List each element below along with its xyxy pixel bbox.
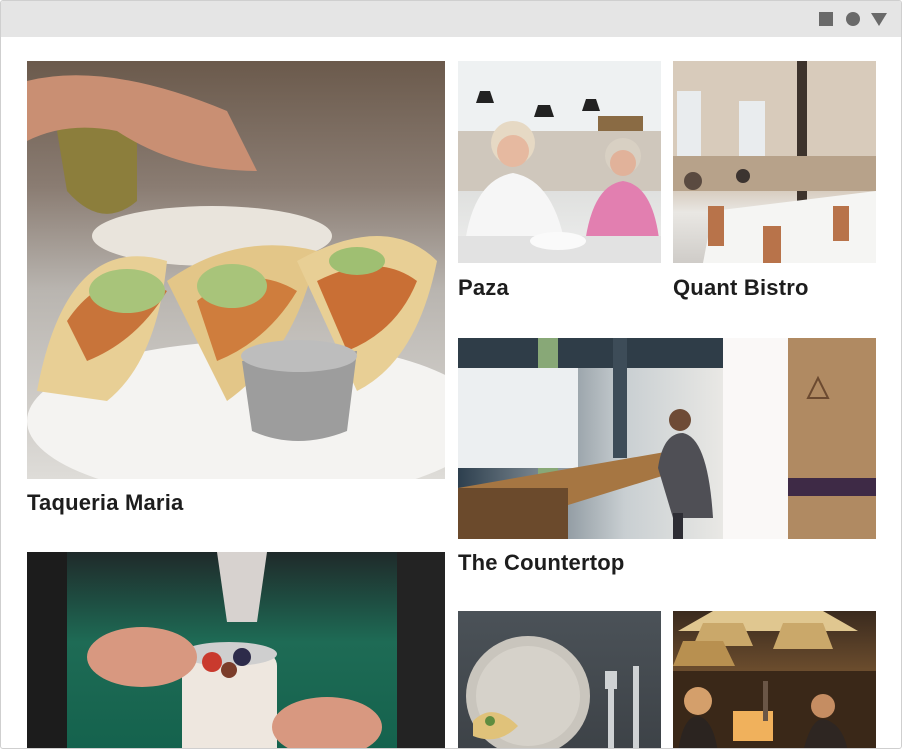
restaurant-name-quant-bistro[interactable]: Quant Bistro <box>673 275 809 301</box>
counter-diner-photo[interactable] <box>458 338 876 539</box>
restaurant-name-the-countertop[interactable]: The Countertop <box>458 550 625 576</box>
triangle-down-icon[interactable] <box>871 13 887 26</box>
restaurant-name-taqueria-maria[interactable]: Taqueria Maria <box>27 490 183 516</box>
circle-icon[interactable] <box>846 12 860 26</box>
bar-lamps-photo[interactable] <box>673 611 876 748</box>
restaurant-name-paza[interactable]: Paza <box>458 275 509 301</box>
tacos-photo[interactable] <box>27 61 445 479</box>
bistro-interior-photo[interactable] <box>673 61 876 263</box>
window-titlebar <box>1 1 901 37</box>
square-icon[interactable] <box>819 12 833 26</box>
yogurt-parfait-photo[interactable] <box>27 552 445 748</box>
browser-window: Taqueria Maria Paza Quant Bistro The Cou… <box>0 0 902 749</box>
plate-cutlery-photo[interactable] <box>458 611 661 748</box>
diners-photo[interactable] <box>458 61 661 263</box>
